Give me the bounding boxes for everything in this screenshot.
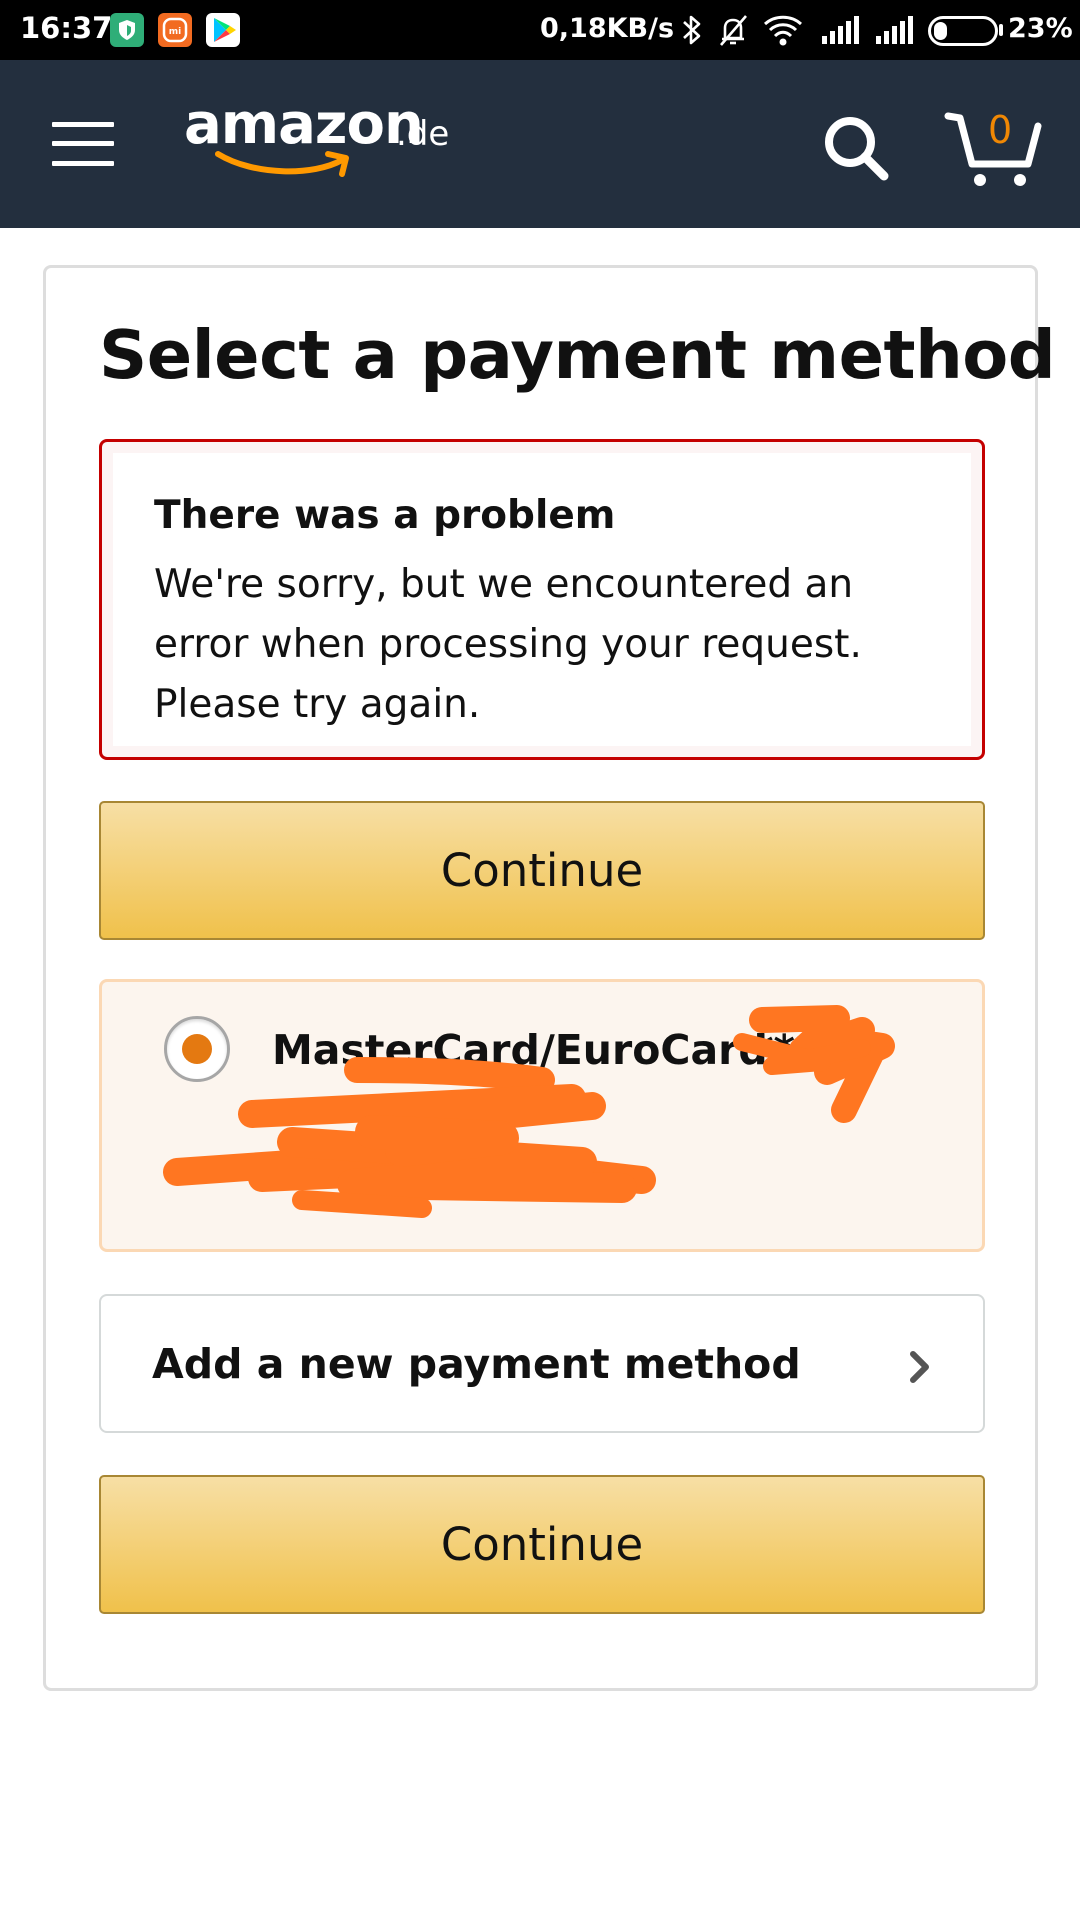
continue-button-top[interactable]: Continue <box>99 801 985 940</box>
bell-off-icon <box>716 12 750 52</box>
bluetooth-icon <box>680 12 704 52</box>
search-icon[interactable] <box>820 112 892 184</box>
top-nav-header: amazon .de 0 <box>0 60 1080 228</box>
status-bar: 16:37 mi 0,18KB/s 23% <box>0 0 1080 60</box>
add-payment-method-label: Add a new payment method <box>152 1339 801 1388</box>
battery-tip <box>999 24 1003 36</box>
status-time: 16:37 <box>20 11 113 45</box>
signal-icon <box>874 12 914 52</box>
menu-icon[interactable] <box>52 122 114 166</box>
chevron-right-icon <box>910 1351 929 1383</box>
network-speed: 0,18KB/s <box>540 13 675 44</box>
battery-level <box>934 22 947 40</box>
payment-card-container: Select a payment method There was a prob… <box>43 265 1056 1691</box>
logo-domain: .de <box>396 114 450 154</box>
error-alert-heading: There was a problem <box>154 493 616 538</box>
smile-arrow-icon <box>215 151 349 177</box>
amazon-logo[interactable]: amazon .de <box>184 92 474 178</box>
payment-radio-button[interactable] <box>164 1016 230 1082</box>
continue-button-label: Continue <box>440 844 644 897</box>
signal-icon <box>820 12 860 52</box>
error-alert: There was a problem We're sorry, but we … <box>99 439 985 760</box>
error-alert-message: We're sorry, but we encountered an error… <box>154 562 862 727</box>
battery-percent: 23% <box>1008 13 1073 44</box>
radio-selected-dot <box>182 1034 212 1064</box>
cart-count: 0 <box>988 108 1013 152</box>
card-type-label: MasterCard/EuroCard <box>272 1026 768 1074</box>
battery-icon <box>928 16 998 46</box>
redaction-scribble <box>163 1005 895 1218</box>
wifi-icon <box>762 12 804 52</box>
play-store-icon <box>206 13 240 47</box>
payment-option-mastercard[interactable]: MasterCard/EuroCard **** <box>99 979 985 1252</box>
error-alert-content: There was a problem We're sorry, but we … <box>113 453 971 746</box>
shield-app-icon <box>110 13 144 47</box>
continue-button-label: Continue <box>440 1518 644 1571</box>
cart-icon[interactable]: 0 <box>944 106 1042 192</box>
page-title: Select a payment method <box>99 316 1056 394</box>
svg-text:mi: mi <box>169 27 181 37</box>
add-payment-method-row[interactable]: Add a new payment method <box>99 1294 985 1433</box>
card-number-masked: **** <box>752 1026 838 1074</box>
mi-app-icon: mi <box>158 13 192 47</box>
continue-button-bottom[interactable]: Continue <box>99 1475 985 1614</box>
